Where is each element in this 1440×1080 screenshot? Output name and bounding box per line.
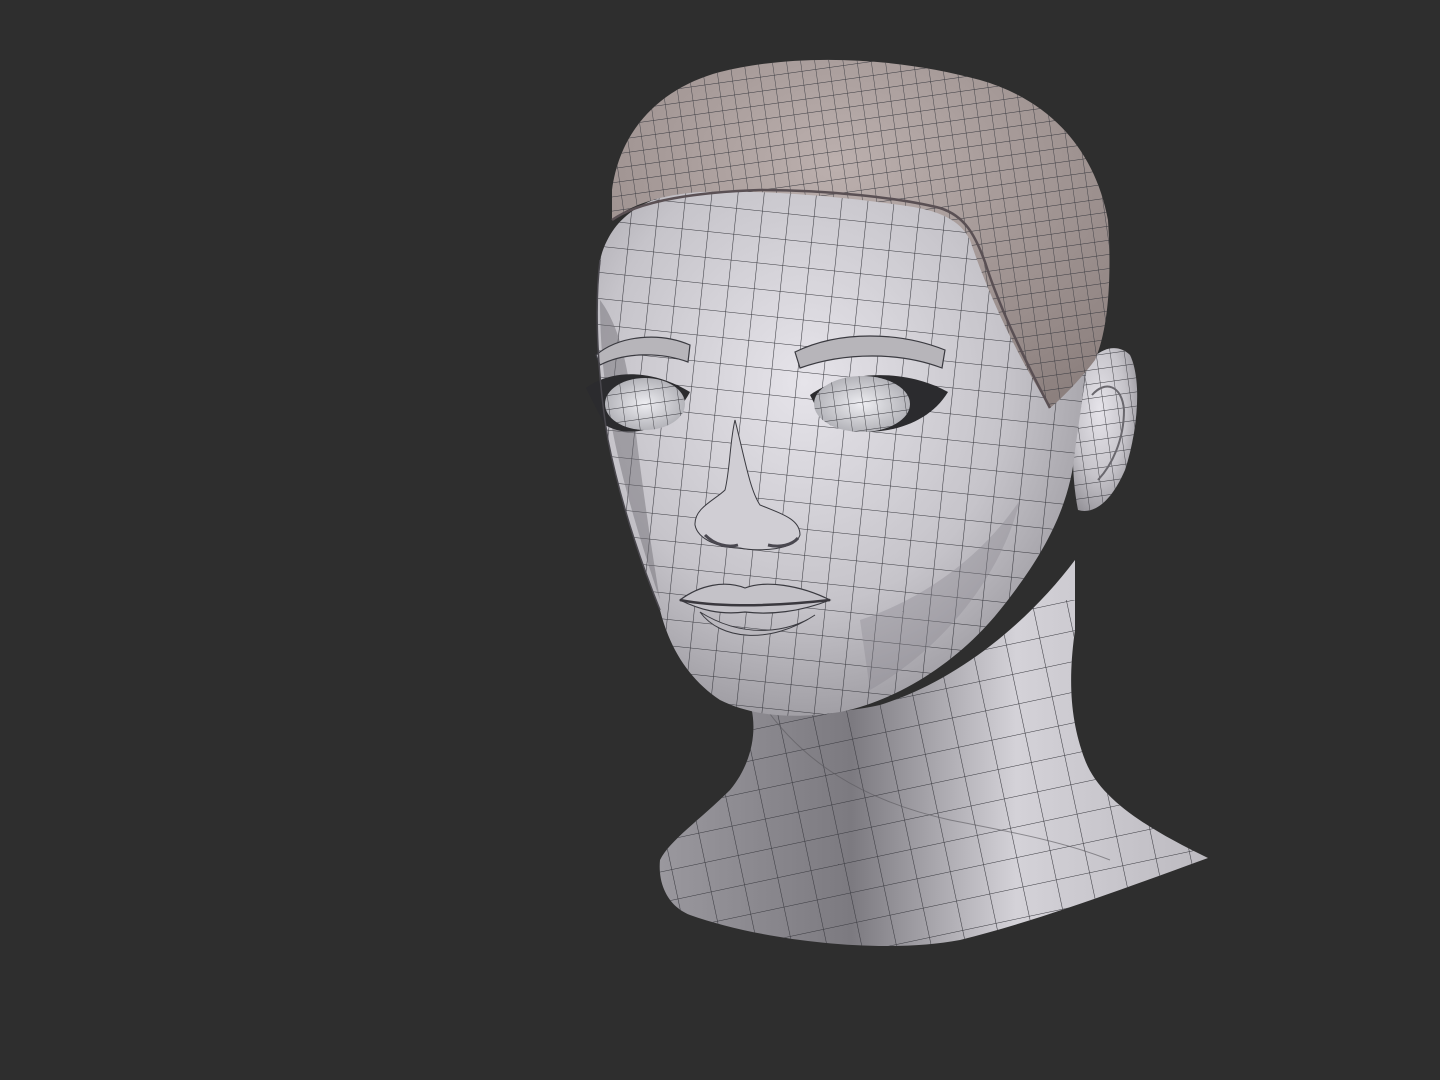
head-model-render[interactable] <box>0 0 1440 1080</box>
3d-viewport[interactable] <box>0 0 1440 1080</box>
